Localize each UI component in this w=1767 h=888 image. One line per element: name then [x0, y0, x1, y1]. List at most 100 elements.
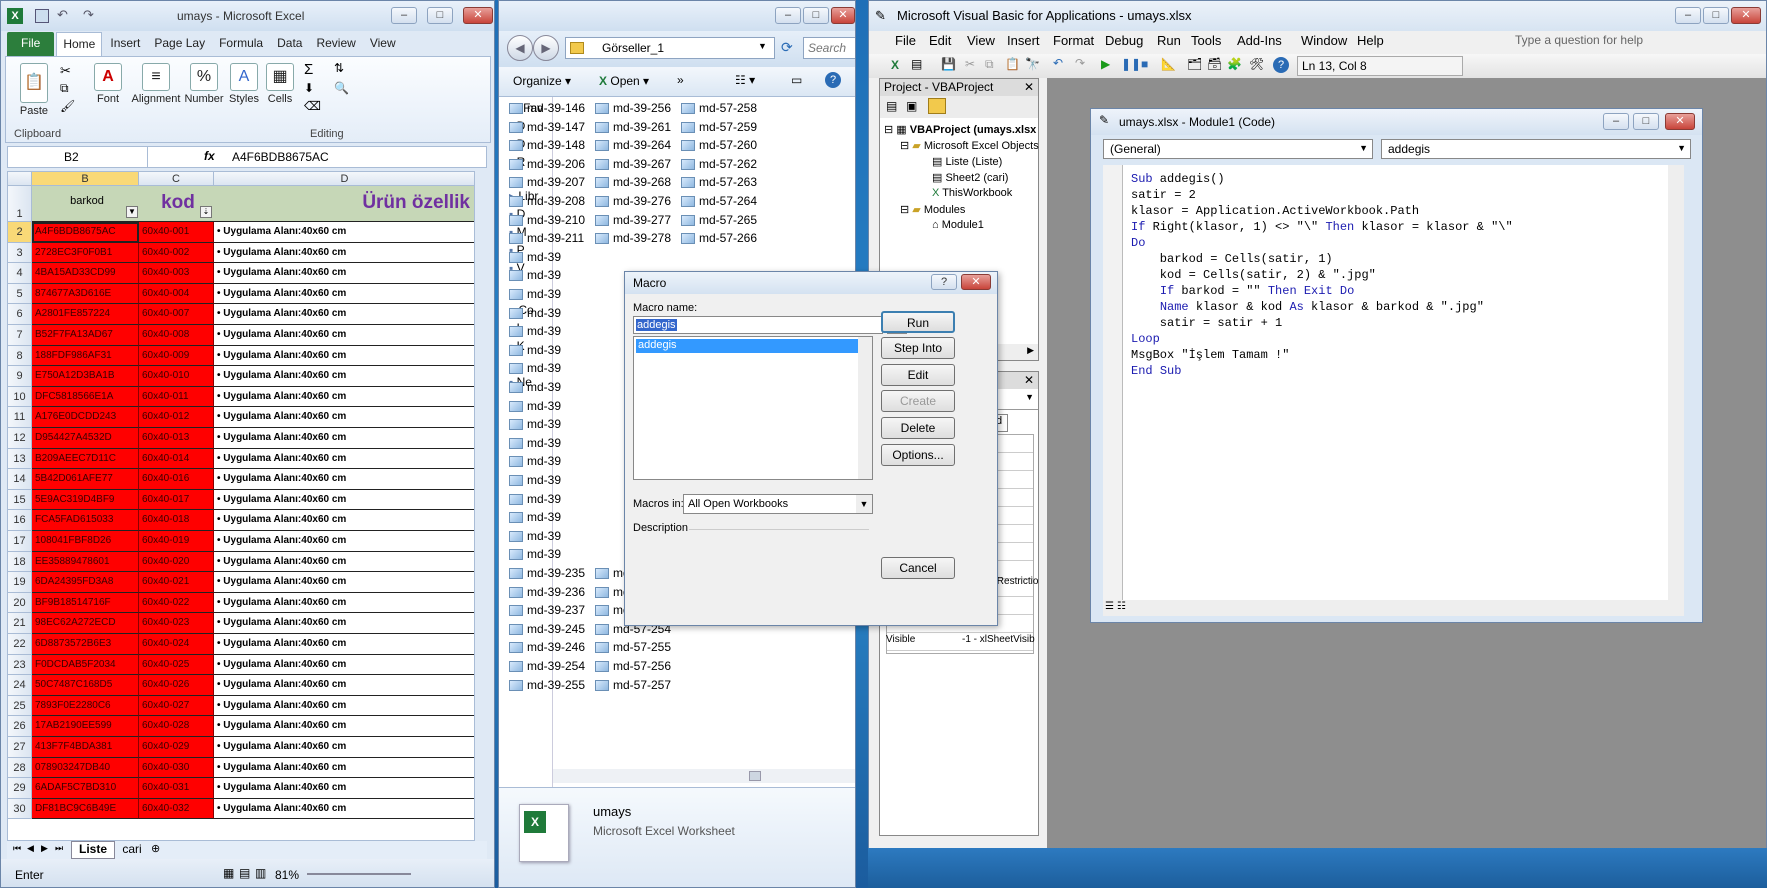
- file-item[interactable]: md-57-263: [681, 175, 757, 189]
- sort-filter-icon[interactable]: ⇅: [334, 61, 344, 75]
- cut-icon[interactable]: ✂: [60, 63, 71, 79]
- file-item[interactable]: md-39: [509, 399, 561, 413]
- cell-barkod[interactable]: D954427A4532D: [32, 428, 139, 449]
- cell-ozellik[interactable]: • Uygulama Alanı:40x60 cm: [214, 490, 474, 511]
- vba-close-button[interactable]: ✕: [1731, 7, 1761, 24]
- cell-barkod[interactable]: 98EC62A272ECD: [32, 613, 139, 634]
- cell-kod[interactable]: 60x40-022: [139, 592, 214, 614]
- file-item[interactable]: md-39-237: [509, 603, 585, 617]
- cell-kod[interactable]: 60x40-029: [139, 737, 214, 758]
- row-header[interactable]: 3: [8, 242, 32, 264]
- cut-vba-icon[interactable]: ✂: [965, 57, 975, 71]
- cells-button[interactable]: ▦ Cells: [264, 63, 296, 105]
- column-header-c[interactable]: C: [139, 172, 214, 186]
- cell-kod[interactable]: 60x40-007: [139, 304, 214, 325]
- find-icon[interactable]: 🔍: [334, 81, 349, 95]
- cell-ozellik[interactable]: • Uygulama Alanı:40x60 cm: [214, 407, 474, 428]
- cell-ozellik[interactable]: • Uygulama Alanı:40x60 cm: [214, 222, 474, 243]
- tab-view[interactable]: View: [364, 32, 402, 56]
- cell-kod[interactable]: 60x40-019: [139, 531, 214, 552]
- cell-barkod[interactable]: 188FDF986AF31: [32, 345, 139, 367]
- options-button[interactable]: Options...: [881, 444, 955, 466]
- cell-kod[interactable]: 60x40-028: [139, 716, 214, 737]
- code-line[interactable]: Do: [1123, 235, 1668, 251]
- cancel-button[interactable]: Cancel: [881, 557, 955, 579]
- number-button[interactable]: % Number: [182, 63, 226, 105]
- row-header[interactable]: 13: [8, 448, 32, 470]
- row-header[interactable]: 2: [8, 222, 32, 243]
- cell-barkod[interactable]: 6ADAF5C7BD310: [32, 778, 139, 799]
- vba-maximize-button[interactable]: □: [1703, 7, 1729, 24]
- row-header[interactable]: 21: [8, 613, 32, 634]
- cell-ozellik[interactable]: • Uygulama Alanı:40x60 cm: [214, 449, 474, 470]
- tree-excel-objects[interactable]: ⊟ ▰ Microsoft Excel Objects: [900, 139, 1039, 152]
- cell-barkod[interactable]: DFC5818566E1A: [32, 386, 139, 408]
- file-item[interactable]: md-39-277: [595, 213, 671, 227]
- tab-home[interactable]: Home: [56, 32, 103, 56]
- cell-ozellik[interactable]: • Uygulama Alanı:40x60 cm: [214, 758, 474, 779]
- file-item[interactable]: md-39: [509, 306, 561, 320]
- file-item[interactable]: md-57-256: [595, 659, 671, 673]
- view-excel-icon[interactable]: X: [891, 58, 899, 72]
- edit-button[interactable]: Edit: [881, 364, 955, 386]
- file-item[interactable]: md-39-261: [595, 120, 671, 134]
- code-line[interactable]: Name klasor & kod As klasor & barkod & "…: [1123, 299, 1668, 315]
- menu-debug[interactable]: Debug: [1105, 33, 1143, 48]
- file-item[interactable]: md-39-206: [509, 157, 585, 171]
- toolbox-icon[interactable]: 🛠: [1249, 57, 1264, 71]
- step-into-button[interactable]: Step Into: [881, 337, 955, 359]
- project-explorer-icon[interactable]: 🗂: [1187, 57, 1202, 71]
- cell-barkod[interactable]: 874677A3D616E: [32, 283, 139, 305]
- menu-add-ins[interactable]: Add-Ins: [1237, 33, 1282, 48]
- code-line[interactable]: kod = Cells(satir, 2) & ".jpg": [1123, 267, 1668, 283]
- code-minimize-button[interactable]: –: [1603, 113, 1629, 130]
- cell-kod[interactable]: 60x40-002: [139, 242, 214, 264]
- file-item[interactable]: md-57-260: [681, 138, 757, 152]
- macro-list-scrollbar[interactable]: [858, 337, 872, 479]
- cell-kod[interactable]: 60x40-027: [139, 695, 214, 717]
- page-layout-view-icon[interactable]: ▤: [239, 866, 250, 880]
- cell-kod[interactable]: 60x40-021: [139, 572, 214, 593]
- row-header[interactable]: 17: [8, 531, 32, 552]
- cell-kod[interactable]: 60x40-003: [139, 263, 214, 284]
- procedure-view-icon[interactable]: ☰: [1105, 601, 1114, 612]
- code-line[interactable]: Sub addegis(): [1123, 171, 1668, 187]
- cell-ozellik[interactable]: • Uygulama Alanı:40x60 cm: [214, 716, 474, 737]
- create-button[interactable]: Create: [881, 390, 955, 412]
- file-item[interactable]: md-39-210: [509, 213, 585, 227]
- cell-barkod[interactable]: A2801FE857224: [32, 304, 139, 325]
- tree-sheet2[interactable]: ▤ Sheet2 (cari): [932, 171, 1008, 184]
- file-item[interactable]: md-39-268: [595, 175, 671, 189]
- cell-barkod[interactable]: B209AEEC7D11C: [32, 448, 139, 470]
- cell-ozellik[interactable]: • Uygulama Alanı:40x60 cm: [214, 428, 474, 449]
- cell-kod[interactable]: 60x40-031: [139, 778, 214, 799]
- excel-app-icon[interactable]: X: [7, 8, 23, 24]
- row-header[interactable]: 5: [8, 283, 32, 305]
- cell-kod[interactable]: 60x40-026: [139, 675, 214, 696]
- tab-formulas[interactable]: Formula: [213, 32, 269, 56]
- cell-barkod[interactable]: 6D8873572B6E3: [32, 634, 139, 655]
- file-item[interactable]: md-39: [509, 454, 561, 468]
- row-header[interactable]: 11: [8, 407, 32, 428]
- menu-help[interactable]: Help: [1357, 33, 1384, 48]
- procedure-combo[interactable]: addegis ▼: [1381, 139, 1691, 159]
- filter-sorted-icon[interactable]: ⇣: [200, 206, 212, 218]
- row-header[interactable]: 6: [8, 304, 32, 325]
- cell-kod[interactable]: 60x40-017: [139, 489, 214, 511]
- font-button[interactable]: A Font: [88, 63, 128, 105]
- row-header[interactable]: 4: [8, 263, 32, 284]
- cell-ozellik[interactable]: • Uygulama Alanı:40x60 cm: [214, 675, 474, 696]
- cell-barkod[interactable]: 078903247DB40: [32, 757, 139, 779]
- cell-kod[interactable]: 60x40-013: [139, 428, 214, 449]
- row-header[interactable]: 25: [8, 695, 32, 717]
- open-button[interactable]: X Open ▾: [599, 74, 649, 88]
- address-bar[interactable]: Görseller_1 ▼: [565, 37, 775, 59]
- insert-sheet-icon[interactable]: ⊕: [151, 842, 160, 855]
- vba-minimize-button[interactable]: –: [1675, 7, 1701, 24]
- file-item[interactable]: md-39-256: [595, 101, 671, 115]
- file-item[interactable]: md-57-258: [681, 101, 757, 115]
- code-line[interactable]: barkod = Cells(satir, 1): [1123, 251, 1668, 267]
- cell-kod[interactable]: 60x40-030: [139, 757, 214, 779]
- paste-vba-icon[interactable]: 📋: [1005, 57, 1020, 71]
- row-header-1[interactable]: 1: [8, 186, 32, 222]
